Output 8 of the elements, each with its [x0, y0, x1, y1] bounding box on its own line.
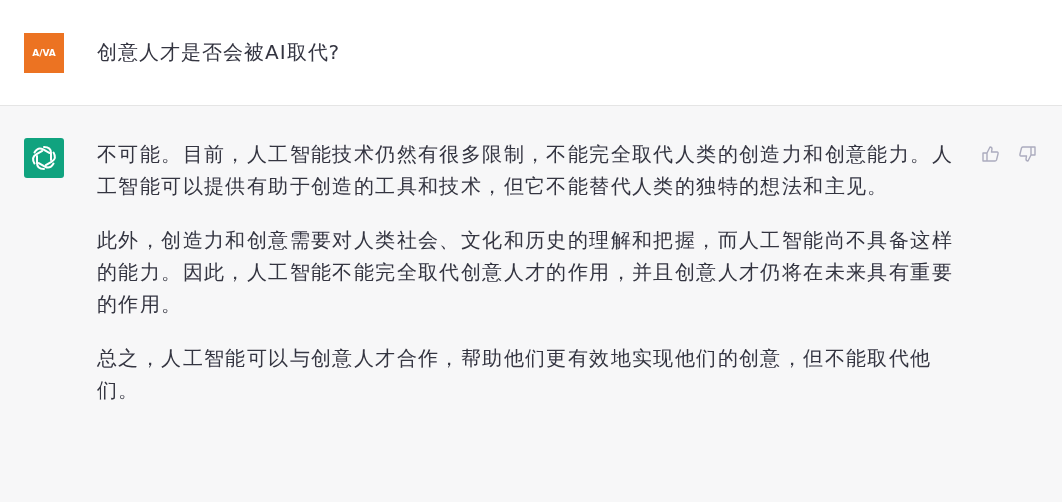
thumbs-up-icon[interactable] [981, 144, 1001, 164]
user-avatar: A/VA [24, 32, 64, 73]
answer-paragraph: 总之，人工智能可以与创意人才合作，帮助他们更有效地实现他们的创意，但不能取代他们。 [97, 345, 933, 404]
answer-paragraph: 不可能。目前，人工智能技术仍然有很多限制，不能完全取代人类的创造力和创意能力。人工智能可以提供有助于创造的工具和技术，但它不能替代人类的独特的想法和主见。 [97, 141, 954, 200]
assistant-avatar-icon [24, 138, 64, 178]
thumbs-down-icon[interactable] [1017, 144, 1037, 164]
user-message: 创意人才是否会被AI取代? [97, 39, 341, 66]
answer-paragraph: 此外，创造力和创意需要对人类社会、文化和历史的理解和把握，而人工智能尚不具备这样的能力。因此，人工智能不能完全取代创意人才的作用，并且创意人才仍将在未来具有重要的作用。 [97, 227, 954, 318]
